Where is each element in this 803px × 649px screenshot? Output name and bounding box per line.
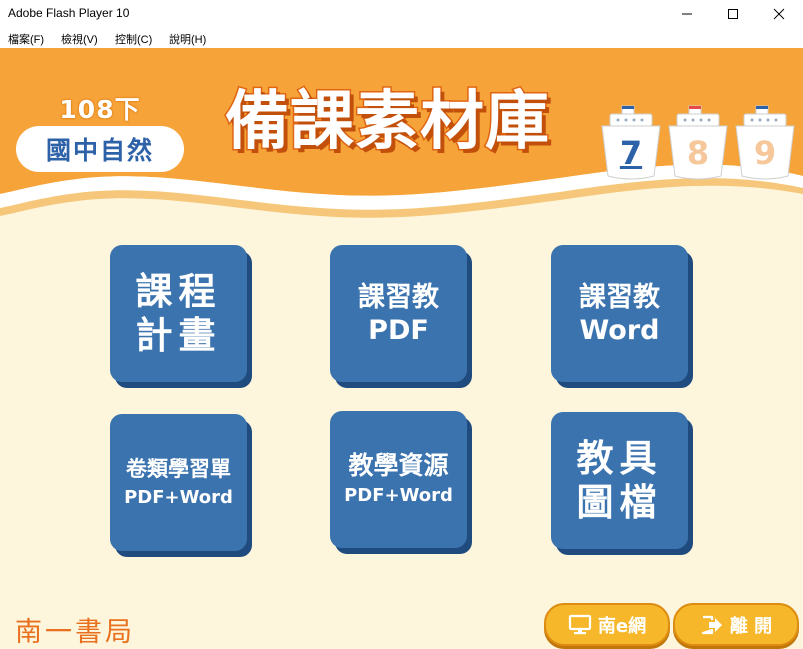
minimize-icon: [682, 13, 692, 15]
worksheet-button[interactable]: 卷類學習單 PDF+Word: [110, 414, 247, 551]
tile-line1: 課習教: [579, 281, 660, 313]
window-title-bar: Adobe Flash Player 10: [0, 0, 803, 28]
nan-e-web-label: 南e網: [597, 615, 647, 637]
flash-stage: 108下 國中自然 備課素材庫 7 8 9 課程 計畫 課習教 PDF 課習教 …: [0, 48, 803, 649]
window-title: Adobe Flash Player 10: [8, 6, 130, 20]
maximize-icon: [728, 9, 738, 19]
tile-line2: Word: [579, 314, 660, 346]
textbook-pdf-button[interactable]: 課習教 PDF: [330, 245, 467, 382]
tile-line2: PDF+Word: [124, 486, 233, 508]
monitor-icon: [568, 614, 591, 634]
publisher-logo: 南一書局: [15, 617, 135, 648]
grade-8-button[interactable]: 8: [667, 104, 729, 180]
tile-line1: 教具: [576, 436, 663, 480]
tile-line2: 圖檔: [576, 480, 663, 524]
menu-view[interactable]: 檢視(V): [61, 31, 98, 47]
tile-line1: 課程: [135, 269, 222, 313]
tile-line1: 課習教: [358, 281, 439, 313]
menu-file[interactable]: 檔案(F): [8, 31, 44, 47]
teaching-resources-button[interactable]: 教學資源 PDF+Word: [330, 411, 467, 548]
maximize-button[interactable]: [710, 0, 756, 28]
close-button[interactable]: [756, 0, 802, 28]
grade-9-label: 9: [753, 134, 777, 172]
grade-7-label: 7: [619, 134, 643, 172]
grade-year-label: 108下: [59, 95, 141, 124]
minimize-button[interactable]: [664, 0, 710, 28]
tile-line2: PDF+Word: [344, 485, 453, 506]
grade-8-label: 8: [686, 134, 710, 172]
subject-pill: 國中自然: [16, 126, 184, 172]
main-title: 備課素材庫: [224, 84, 551, 161]
nan-e-web-button[interactable]: 南e網: [544, 603, 670, 646]
menu-help[interactable]: 說明(H): [169, 31, 206, 47]
exit-button[interactable]: 離 開: [673, 603, 799, 646]
menu-bar: 檔案(F) 檢視(V) 控制(C) 說明(H): [0, 28, 803, 48]
teaching-aids-images-button[interactable]: 教具 圖檔: [551, 412, 688, 549]
course-plan-button[interactable]: 課程 計畫: [110, 245, 247, 382]
subject-name: 國中自然: [45, 136, 154, 165]
tile-line1: 卷類學習單: [126, 456, 231, 481]
close-icon: [773, 8, 785, 20]
grade-7-button[interactable]: 7: [600, 104, 662, 180]
textbook-word-button[interactable]: 課習教 Word: [551, 245, 688, 382]
grade-9-button[interactable]: 9: [734, 104, 796, 180]
menu-control[interactable]: 控制(C): [115, 31, 152, 47]
tile-line2: PDF: [368, 314, 429, 346]
exit-icon: [701, 615, 722, 634]
tile-line2: 計畫: [135, 313, 222, 357]
tile-line1: 教學資源: [348, 451, 449, 480]
exit-label: 離 開: [729, 615, 773, 637]
